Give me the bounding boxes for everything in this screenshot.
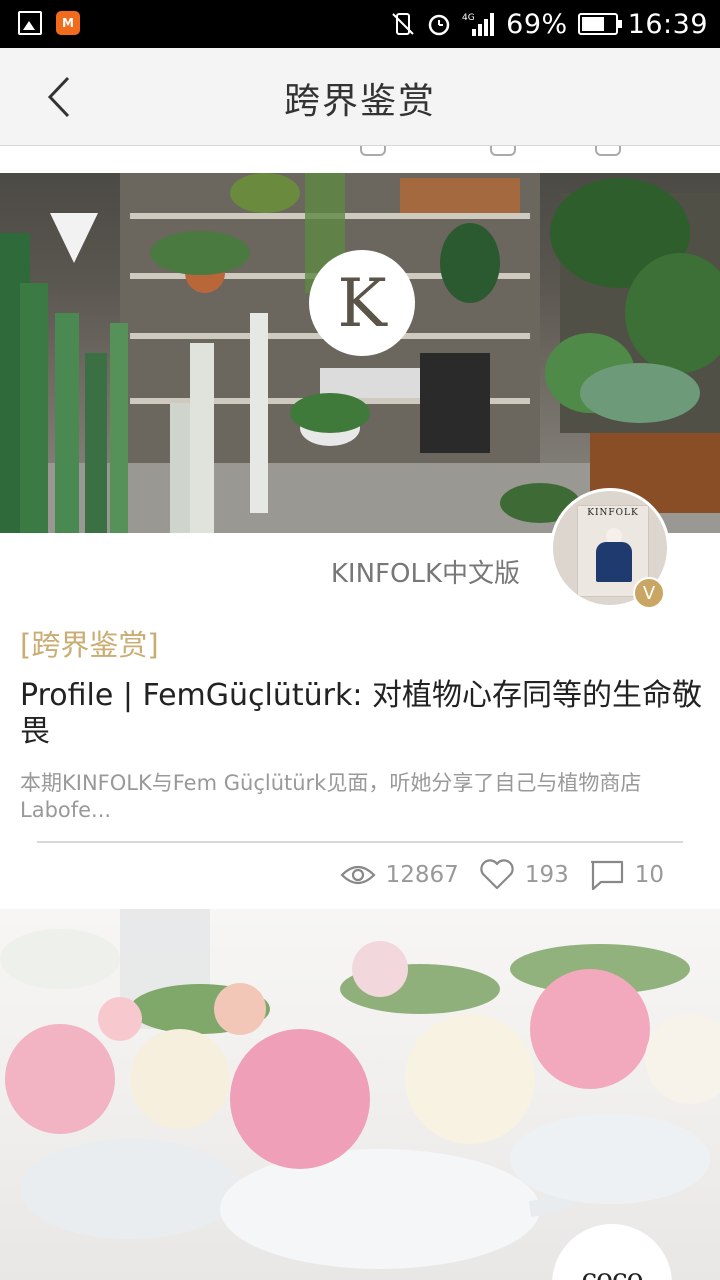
- likes-count: 193: [524, 862, 569, 888]
- battery-icon: [577, 13, 622, 35]
- comment-icon: [590, 860, 623, 891]
- comments-stat[interactable]: 10: [589, 859, 664, 891]
- publisher-name[interactable]: KINFOLK中文版: [331, 553, 520, 590]
- article-summary[interactable]: 本期KINFOLK与Fem Güçlütürk见面，听她分享了自己与植物商店La…: [20, 770, 660, 824]
- likes-stat[interactable]: 193: [479, 859, 569, 891]
- alarm-icon: [428, 14, 450, 36]
- previous-item-stats-partial: [0, 146, 720, 173]
- eye-icon: [340, 865, 376, 885]
- network-type-label: 4G: [462, 13, 475, 23]
- signal-icon: 4G: [462, 13, 495, 36]
- clock: 16:39: [627, 8, 708, 40]
- divider: [37, 841, 683, 843]
- magazine-cover-title: KINFOLK: [587, 508, 639, 518]
- category-tag[interactable]: [跨界鉴赏]: [20, 622, 159, 664]
- vibrate-icon: [392, 13, 414, 35]
- article-stats: 12867 193 10: [340, 856, 664, 894]
- heart-icon: [480, 859, 514, 890]
- article-title[interactable]: Profile | FemGüçlütürk: 对植物心存同等的生命敬畏: [20, 678, 720, 750]
- media-app-icon: M: [56, 11, 80, 35]
- publisher-logo: K: [309, 250, 415, 356]
- eye-icon: [360, 146, 386, 156]
- comment-icon: [595, 146, 621, 156]
- battery-percent: 69%: [506, 8, 568, 40]
- gallery-icon: [18, 11, 42, 35]
- navigation-bar: 跨界鉴赏: [0, 48, 720, 146]
- verified-badge: V: [633, 577, 665, 609]
- page-title: 跨界鉴赏: [283, 81, 436, 122]
- status-notifications: M: [18, 11, 80, 35]
- comments-count: 10: [634, 862, 664, 888]
- views-count: 12867: [385, 862, 459, 888]
- heart-icon: [490, 146, 516, 156]
- status-bar: M 4G 69% 16:39: [0, 0, 720, 48]
- status-indicators: 4G 69% 16:39: [390, 0, 708, 48]
- views-stat: 12867: [340, 862, 459, 888]
